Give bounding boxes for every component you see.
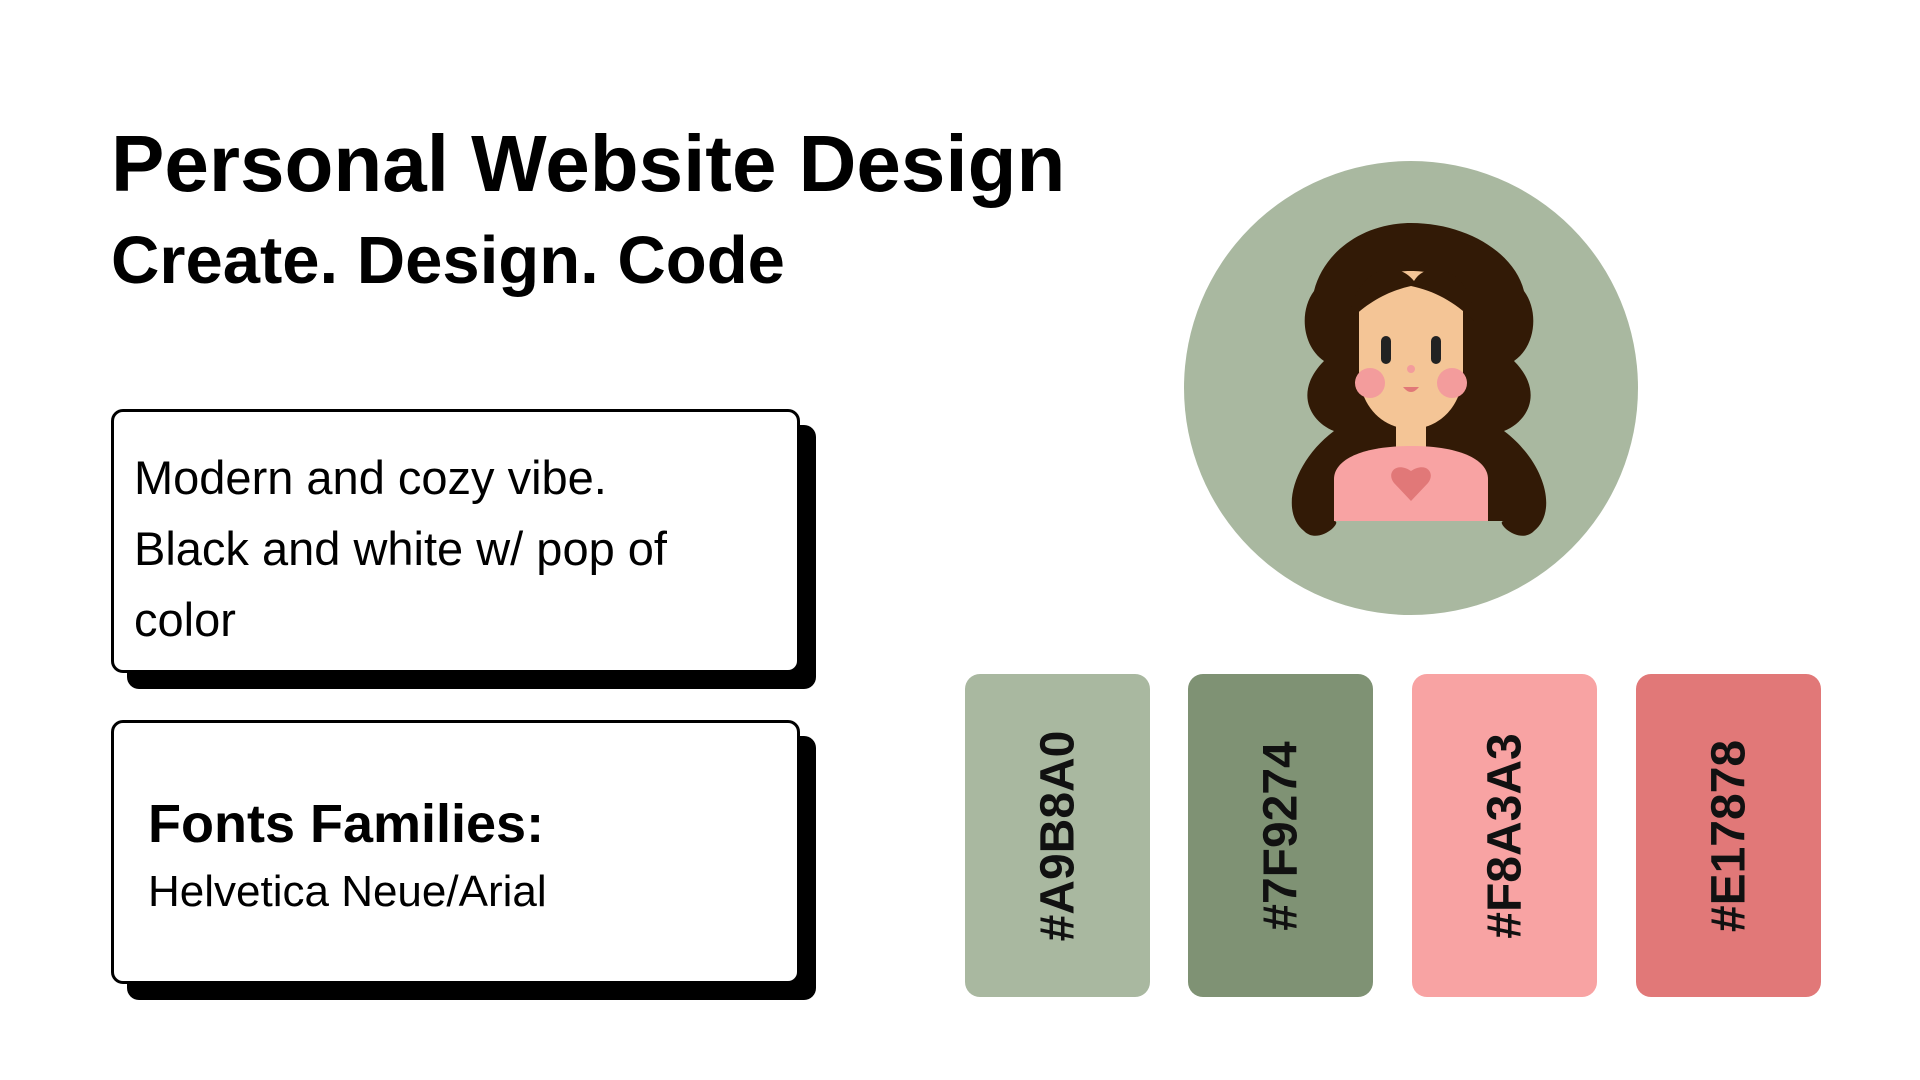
vibe-line: Modern and cozy vibe. (134, 451, 607, 504)
woman-avatar-icon (1184, 161, 1638, 615)
swatch-label: #7F9274 (1254, 740, 1307, 931)
page-title: Personal Website Design (111, 119, 1066, 208)
fonts-heading: Fonts Families: (148, 794, 545, 854)
fonts-card: Fonts Families: Helvetica Neue/Arial (111, 720, 816, 1000)
card-face: Modern and cozy vibe. Black and white w/… (111, 409, 800, 673)
swatch-sage: #A9B8A0 (965, 674, 1150, 997)
swatch-label: #E17878 (1702, 739, 1755, 932)
vibe-text: Modern and cozy vibe. Black and white w/… (134, 442, 774, 655)
swatch-pink: #F8A3A3 (1412, 674, 1597, 997)
swatch-olive: #7F9274 (1188, 674, 1373, 997)
vibe-card: Modern and cozy vibe. Black and white w/… (111, 409, 816, 689)
swatch-coral: #E17878 (1636, 674, 1821, 997)
fonts-value: Helvetica Neue/Arial (148, 867, 547, 916)
card-face: Fonts Families: Helvetica Neue/Arial (111, 720, 800, 984)
vibe-line: Black and white w/ pop of color (134, 522, 667, 646)
page-subtitle: Create. Design. Code (111, 223, 785, 298)
swatch-label: #A9B8A0 (1031, 730, 1084, 941)
swatch-label: #F8A3A3 (1478, 732, 1531, 939)
